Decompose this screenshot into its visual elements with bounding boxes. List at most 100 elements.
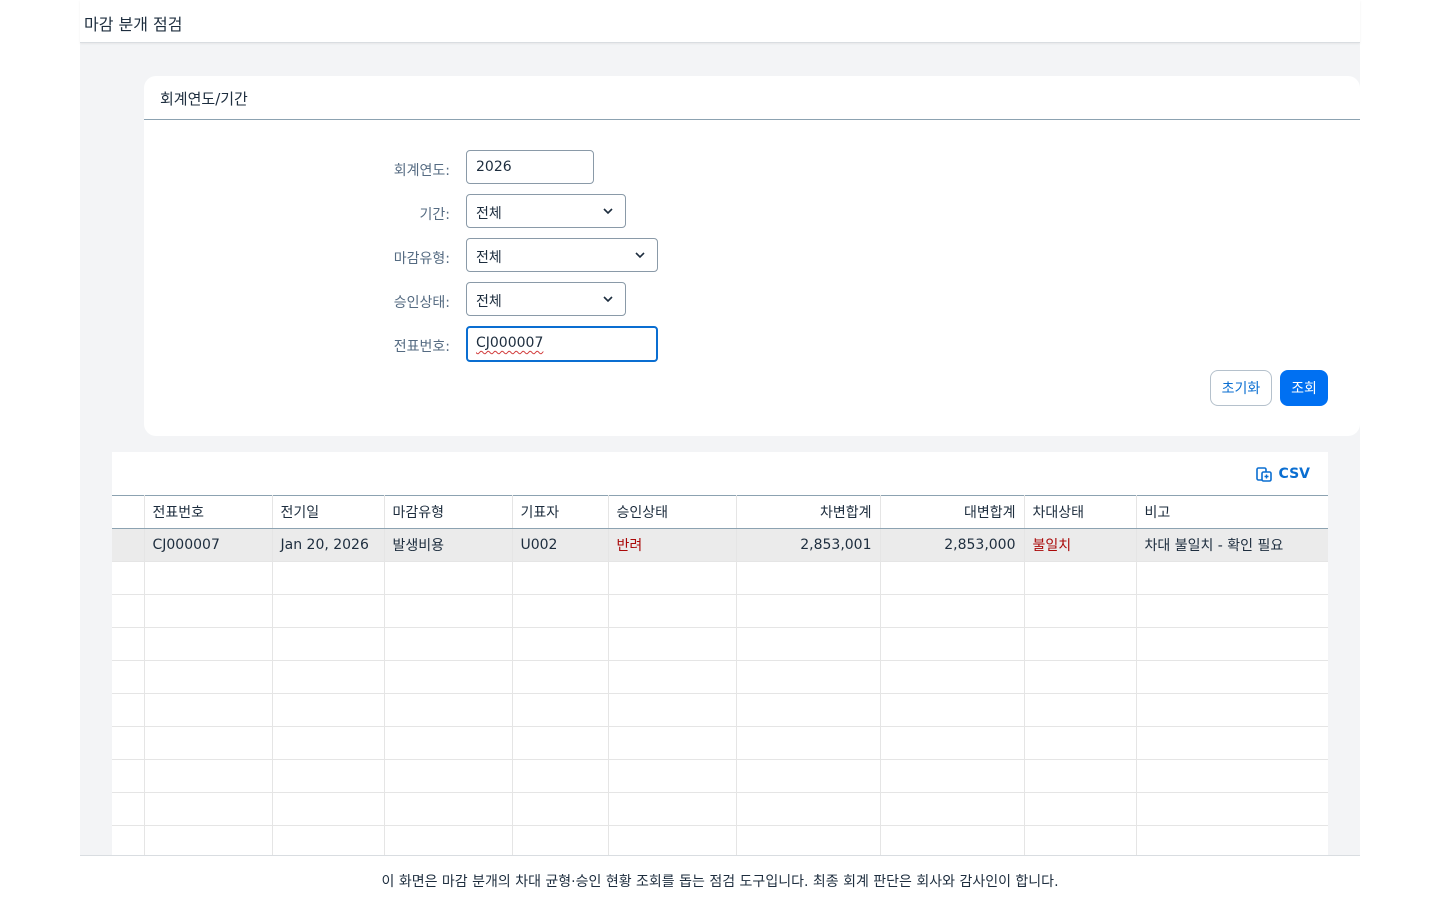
empty-cell xyxy=(272,594,385,628)
empty-cell xyxy=(112,825,145,856)
empty-cell xyxy=(272,825,385,856)
empty-cell xyxy=(272,759,385,793)
empty-cell xyxy=(384,792,513,826)
empty-cell xyxy=(880,561,1025,595)
empty-cell xyxy=(144,759,273,793)
empty-cell xyxy=(272,726,385,760)
results-panel: CSV 전표번호 전기일 마감유형 기표자 승인상태 차변합계 대변합계 차대상… xyxy=(112,452,1328,856)
column-header[interactable]: 승인상태 xyxy=(608,495,737,529)
column-header[interactable]: 기표자 xyxy=(512,495,609,529)
empty-cell xyxy=(1136,759,1328,793)
empty-cell xyxy=(880,792,1025,826)
empty-cell xyxy=(512,759,609,793)
empty-table-row xyxy=(112,627,1328,661)
empty-cell xyxy=(608,792,737,826)
empty-cell xyxy=(736,594,881,628)
search-button[interactable]: 조회 xyxy=(1280,370,1328,406)
filter-panel-header: 회계연도/기간 xyxy=(144,76,1360,120)
approval-status-label: 승인상태: xyxy=(393,295,450,311)
empty-cell xyxy=(144,825,273,856)
empty-cell xyxy=(1136,561,1328,595)
empty-cell xyxy=(272,792,385,826)
empty-cell xyxy=(384,726,513,760)
empty-cell xyxy=(512,627,609,661)
approval-status-row: 승인상태: 전체 xyxy=(144,282,1360,318)
column-header[interactable]: 비고 xyxy=(1136,495,1328,529)
csv-label: CSV xyxy=(1278,466,1310,482)
period-label: 기간: xyxy=(419,207,450,223)
empty-cell xyxy=(384,594,513,628)
empty-cell xyxy=(512,693,609,727)
empty-cell xyxy=(608,726,737,760)
empty-cell xyxy=(272,561,385,595)
empty-table-row xyxy=(112,594,1328,628)
approval-status-value: 전체 xyxy=(476,294,502,310)
empty-cell xyxy=(1024,759,1137,793)
csv-export-button[interactable]: CSV xyxy=(1255,464,1310,484)
empty-cell xyxy=(880,627,1025,661)
results-table: 전표번호 전기일 마감유형 기표자 승인상태 차변합계 대변합계 차대상태 비고… xyxy=(112,495,1328,856)
empty-cell xyxy=(112,726,145,760)
row-selector-header[interactable] xyxy=(112,495,145,529)
empty-cell xyxy=(608,561,737,595)
empty-table-row xyxy=(112,825,1328,856)
empty-cell xyxy=(1136,594,1328,628)
empty-cell xyxy=(1136,693,1328,727)
chevron-down-icon xyxy=(603,296,613,303)
cell-posting-date: Jan 20, 2026 xyxy=(272,528,385,562)
empty-cell xyxy=(736,825,881,856)
cell-creator: U002 xyxy=(512,528,609,562)
column-header[interactable]: 마감유형 xyxy=(384,495,513,529)
empty-cell xyxy=(384,627,513,661)
fiscal-year-value: 2026 xyxy=(476,159,512,175)
cell-closing-type: 발생비용 xyxy=(384,528,513,562)
period-select[interactable]: 전체 xyxy=(466,194,626,228)
empty-cell xyxy=(512,726,609,760)
table-row[interactable]: CJ000007 Jan 20, 2026 발생비용 U002 반려 2,853… xyxy=(112,528,1328,562)
closing-type-value: 전체 xyxy=(476,250,502,266)
empty-cell xyxy=(112,759,145,793)
reset-button[interactable]: 초기화 xyxy=(1210,370,1272,406)
empty-cell xyxy=(512,660,609,694)
empty-cell xyxy=(608,825,737,856)
empty-cell xyxy=(112,561,145,595)
column-header[interactable]: 대변합계 xyxy=(880,495,1025,529)
empty-cell xyxy=(608,627,737,661)
empty-cell xyxy=(384,561,513,595)
empty-cell xyxy=(512,792,609,826)
empty-cell xyxy=(112,660,145,694)
column-header[interactable]: 차대상태 xyxy=(1024,495,1137,529)
empty-cell xyxy=(272,693,385,727)
empty-cell xyxy=(736,660,881,694)
empty-cell xyxy=(1136,792,1328,826)
empty-cell xyxy=(272,627,385,661)
chevron-down-icon xyxy=(635,252,645,259)
empty-cell xyxy=(1024,825,1137,856)
approval-status-select[interactable]: 전체 xyxy=(466,282,626,316)
empty-cell xyxy=(112,594,145,628)
empty-cell xyxy=(1024,693,1137,727)
period-value: 전체 xyxy=(476,206,502,222)
empty-table-row xyxy=(112,726,1328,760)
closing-type-row: 마감유형: 전체 xyxy=(144,238,1360,274)
empty-table-row xyxy=(112,693,1328,727)
empty-cell xyxy=(608,759,737,793)
footer-notice-text: 이 화면은 마감 분개의 차대 균형·승인 현황 조회를 돕는 점검 도구입니다… xyxy=(381,874,1059,890)
journal-no-input[interactable]: CJ000007 xyxy=(466,326,658,362)
empty-cell xyxy=(512,825,609,856)
journal-no-label: 전표번호: xyxy=(393,339,450,355)
column-header[interactable]: 차변합계 xyxy=(736,495,881,529)
fiscal-year-input[interactable]: 2026 xyxy=(466,150,594,184)
row-selector[interactable] xyxy=(112,528,145,562)
empty-cell xyxy=(384,825,513,856)
empty-cell xyxy=(512,561,609,595)
empty-cell xyxy=(736,759,881,793)
column-header[interactable]: 전기일 xyxy=(272,495,385,529)
cell-remark: 차대 불일치 - 확인 필요 xyxy=(1136,528,1328,562)
cell-approval-status: 반려 xyxy=(608,528,737,562)
closing-type-select[interactable]: 전체 xyxy=(466,238,658,272)
column-header[interactable]: 전표번호 xyxy=(144,495,273,529)
empty-cell xyxy=(880,759,1025,793)
empty-table-row xyxy=(112,660,1328,694)
empty-cell xyxy=(880,825,1025,856)
